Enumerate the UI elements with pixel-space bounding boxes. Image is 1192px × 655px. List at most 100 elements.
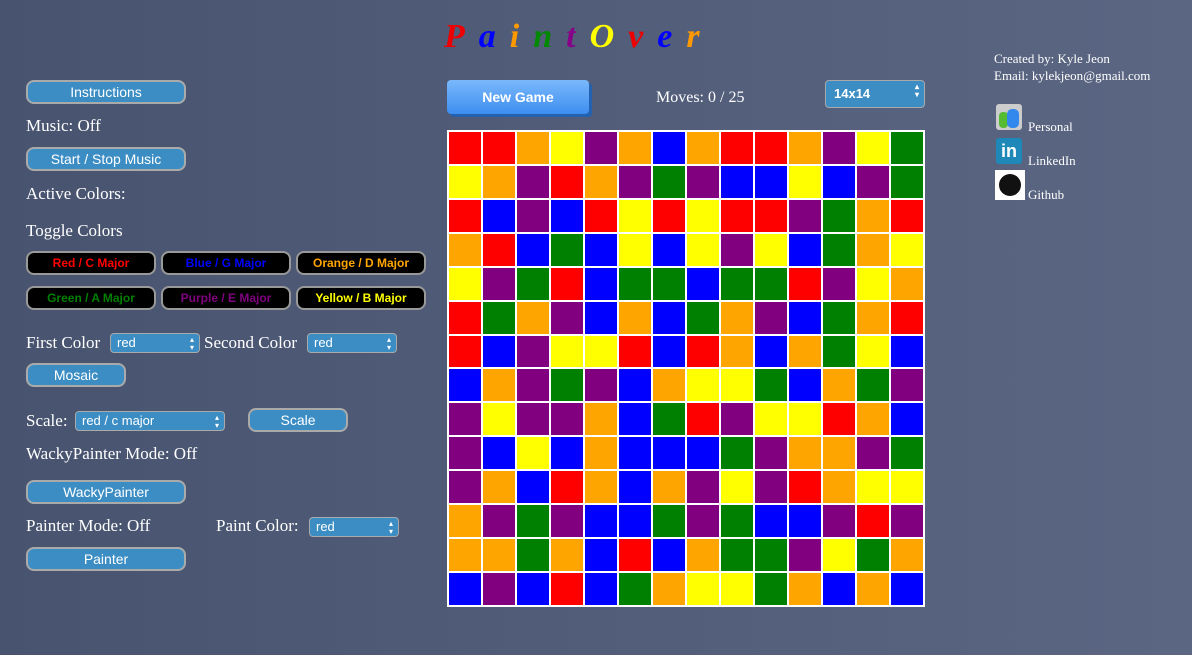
grid-cell[interactable]: [585, 403, 617, 436]
grid-cell[interactable]: [517, 437, 549, 470]
grid-cell[interactable]: [449, 132, 481, 164]
grid-cell[interactable]: [449, 335, 481, 368]
grid-cell[interactable]: [517, 573, 549, 605]
board-size-select[interactable]: 14x14: [825, 80, 925, 108]
grid-cell[interactable]: [619, 369, 651, 402]
grid-cell[interactable]: [891, 573, 923, 605]
grid-cell[interactable]: [755, 471, 787, 504]
grid-cell[interactable]: [653, 132, 685, 164]
grid-cell[interactable]: [891, 437, 923, 470]
grid-cell[interactable]: [857, 573, 889, 605]
grid-cell[interactable]: [857, 471, 889, 504]
grid-cell[interactable]: [891, 471, 923, 504]
color-toggle-button[interactable]: Red / C Major: [26, 251, 156, 275]
grid-cell[interactable]: [653, 267, 685, 300]
grid-cell[interactable]: [755, 505, 787, 538]
grid-cell[interactable]: [483, 403, 515, 436]
grid-cell[interactable]: [823, 301, 855, 334]
grid-cell[interactable]: [789, 199, 821, 232]
grid-cell[interactable]: [619, 199, 651, 232]
grid-cell[interactable]: [687, 505, 719, 538]
grid-cell[interactable]: [619, 437, 651, 470]
grid-cell[interactable]: [857, 199, 889, 232]
grid-cell[interactable]: [891, 403, 923, 436]
grid-cell[interactable]: [449, 573, 481, 605]
grid-cell[interactable]: [721, 471, 753, 504]
grid-cell[interactable]: [755, 165, 787, 198]
grid-cell[interactable]: [449, 539, 481, 572]
grid-cell[interactable]: [721, 132, 753, 164]
grid-cell[interactable]: [687, 335, 719, 368]
grid-cell[interactable]: [789, 471, 821, 504]
grid-cell[interactable]: [721, 437, 753, 470]
grid-cell[interactable]: [789, 233, 821, 266]
grid-cell[interactable]: [857, 335, 889, 368]
grid-cell[interactable]: [755, 132, 787, 164]
grid-cell[interactable]: [619, 301, 651, 334]
grid-cell[interactable]: [687, 233, 719, 266]
linkedin-icon[interactable]: in: [996, 138, 1022, 164]
grid-cell[interactable]: [823, 233, 855, 266]
grid-cell[interactable]: [823, 505, 855, 538]
music-toggle-button[interactable]: Start / Stop Music: [26, 147, 186, 171]
grid-cell[interactable]: [789, 539, 821, 572]
grid-cell[interactable]: [823, 539, 855, 572]
grid-cell[interactable]: [483, 471, 515, 504]
grid-cell[interactable]: [721, 505, 753, 538]
grid-cell[interactable]: [687, 199, 719, 232]
grid-cell[interactable]: [653, 165, 685, 198]
grid-cell[interactable]: [483, 539, 515, 572]
grid-cell[interactable]: [857, 132, 889, 164]
grid-cell[interactable]: [551, 335, 583, 368]
grid-cell[interactable]: [789, 573, 821, 605]
grid-cell[interactable]: [721, 233, 753, 266]
grid-cell[interactable]: [857, 403, 889, 436]
grid-cell[interactable]: [721, 301, 753, 334]
grid-cell[interactable]: [551, 233, 583, 266]
grid-cell[interactable]: [891, 233, 923, 266]
grid-cell[interactable]: [619, 267, 651, 300]
grid-cell[interactable]: [517, 233, 549, 266]
grid-cell[interactable]: [551, 573, 583, 605]
grid-cell[interactable]: [823, 573, 855, 605]
grid-cell[interactable]: [755, 403, 787, 436]
grid-cell[interactable]: [551, 132, 583, 164]
grid-cell[interactable]: [517, 301, 549, 334]
grid-cell[interactable]: [449, 471, 481, 504]
grid-cell[interactable]: [653, 233, 685, 266]
grid-cell[interactable]: [449, 267, 481, 300]
color-toggle-button[interactable]: Blue / G Major: [161, 251, 291, 275]
first-color-select[interactable]: red: [110, 333, 200, 353]
grid-cell[interactable]: [891, 539, 923, 572]
grid-cell[interactable]: [449, 505, 481, 538]
grid-cell[interactable]: [891, 267, 923, 300]
grid-cell[interactable]: [755, 437, 787, 470]
grid-cell[interactable]: [653, 539, 685, 572]
grid-cell[interactable]: [517, 471, 549, 504]
grid-cell[interactable]: [585, 539, 617, 572]
grid-cell[interactable]: [823, 132, 855, 164]
grid-cell[interactable]: [483, 437, 515, 470]
grid-cell[interactable]: [585, 335, 617, 368]
grid-cell[interactable]: [755, 199, 787, 232]
grid-cell[interactable]: [483, 335, 515, 368]
new-game-button[interactable]: New Game: [447, 80, 589, 114]
grid-cell[interactable]: [857, 505, 889, 538]
mosaic-button[interactable]: Mosaic: [26, 363, 126, 387]
grid-cell[interactable]: [619, 471, 651, 504]
linkedin-link[interactable]: LinkedIn: [1028, 153, 1076, 169]
grid-cell[interactable]: [721, 573, 753, 605]
grid-cell[interactable]: [687, 539, 719, 572]
grid-cell[interactable]: [823, 165, 855, 198]
personal-link[interactable]: Personal: [1028, 119, 1073, 135]
scale-select[interactable]: red / c major: [75, 411, 225, 431]
grid-cell[interactable]: [857, 301, 889, 334]
grid-cell[interactable]: [517, 369, 549, 402]
grid-cell[interactable]: [687, 369, 719, 402]
grid-cell[interactable]: [619, 335, 651, 368]
grid-cell[interactable]: [619, 505, 651, 538]
grid-cell[interactable]: [687, 573, 719, 605]
grid-cell[interactable]: [653, 471, 685, 504]
grid-cell[interactable]: [517, 505, 549, 538]
grid-cell[interactable]: [857, 369, 889, 402]
